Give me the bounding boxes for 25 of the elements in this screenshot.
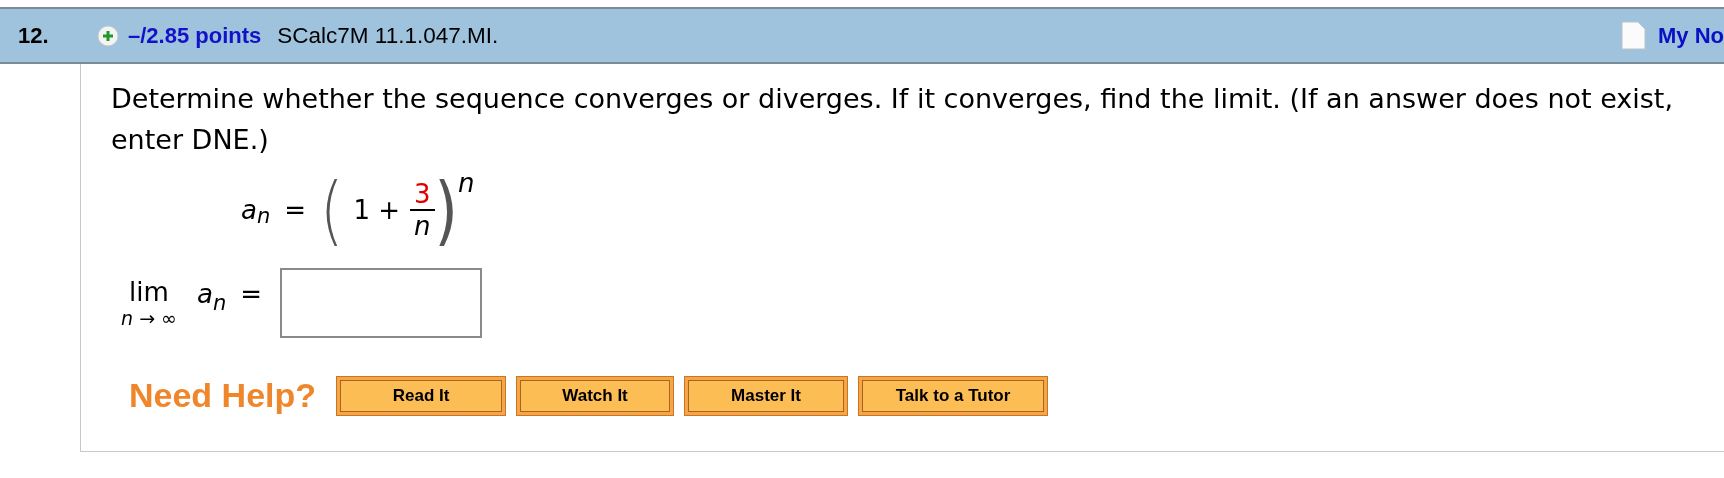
help-button[interactable]: Read It <box>336 375 507 416</box>
answer-field[interactable] <box>280 268 483 338</box>
variable: a <box>241 193 257 227</box>
parenthesis: ( <box>320 172 344 248</box>
help-button[interactable]: Talk to a Tutor <box>858 375 1049 416</box>
limit-expression: a$_{n}$ = <box>197 277 263 314</box>
plus-icon[interactable] <box>97 24 119 47</box>
denominator: n <box>414 211 431 241</box>
my-notes-link[interactable]: My No <box>1658 19 1724 52</box>
points-label: –/2.85 points <box>128 22 262 50</box>
parenthesis: ) <box>434 172 459 248</box>
help-button[interactable]: Watch It <box>516 375 675 416</box>
subscript: n <box>256 203 271 231</box>
question-text: Determine whether the sequence converges or diverges. If it converges, find the limit. (If an answer does not exist, enter DNE.) <box>111 82 1675 157</box>
numerator: 3 <box>410 179 435 211</box>
source-label: SCalc7M 11.1.047.MI. <box>277 21 499 50</box>
help-button[interactable]: Master It <box>684 375 849 416</box>
question-number: 12. <box>18 22 50 50</box>
limit-label: lim <box>129 277 169 307</box>
document-icon <box>1620 20 1646 51</box>
exponent: n <box>458 167 475 200</box>
need-help-label: Need Help? <box>129 375 317 416</box>
limit-subscript: n → ∞ <box>121 307 177 329</box>
equals-sign: = <box>284 193 307 227</box>
term: 1 + <box>353 193 401 227</box>
